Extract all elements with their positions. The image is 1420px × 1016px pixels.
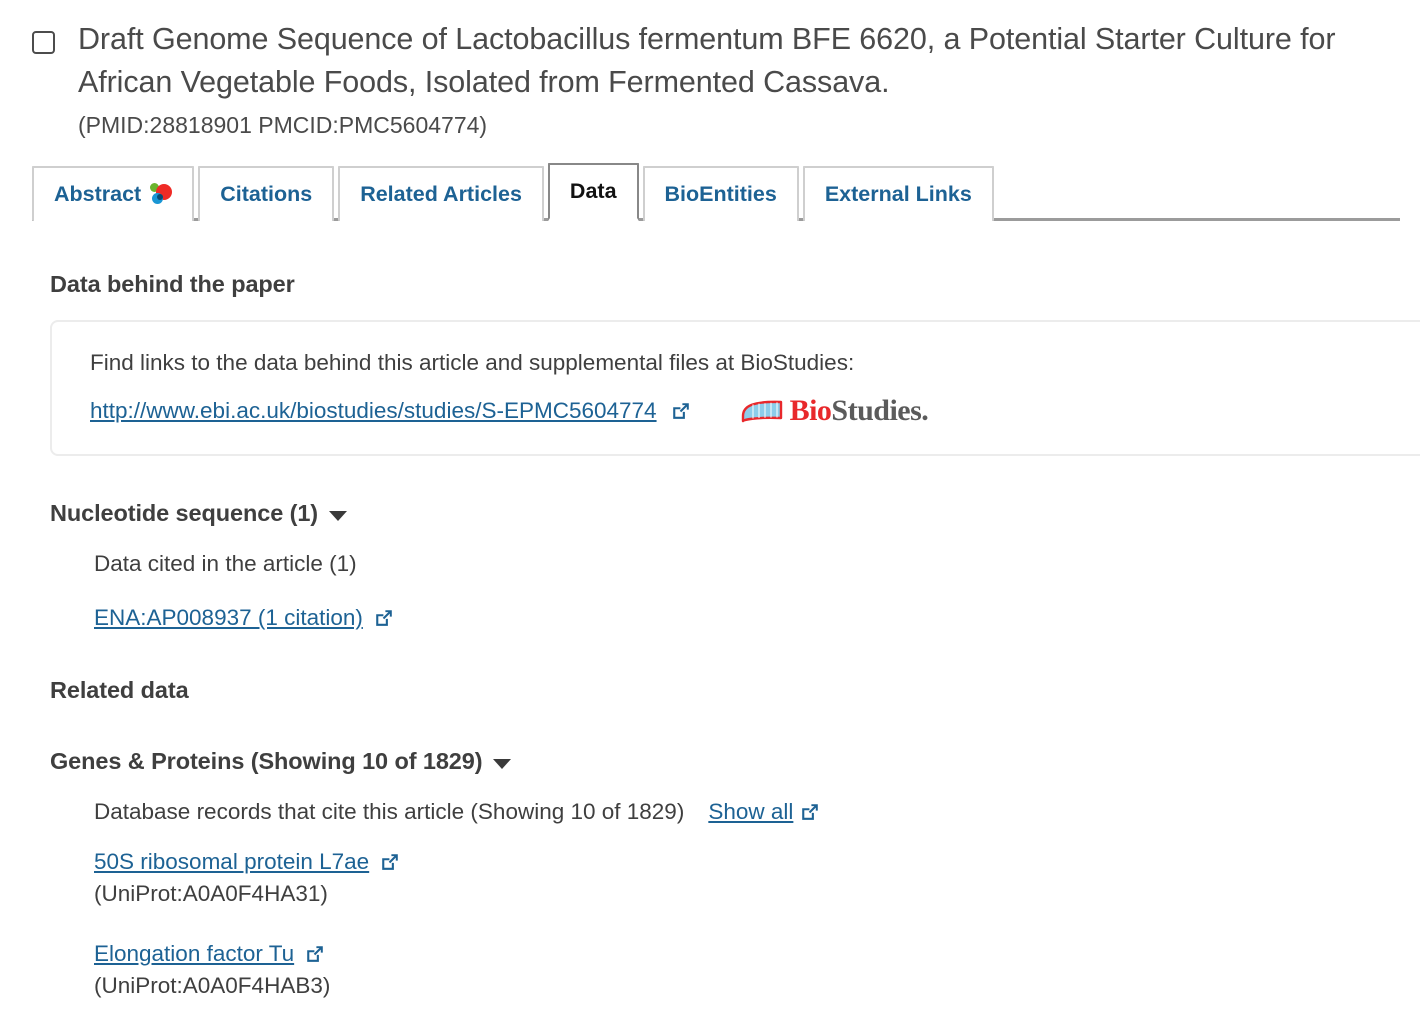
external-link-icon [671,401,691,421]
nucleotide-sequence-heading: Nucleotide sequence (1) [50,500,319,527]
tab-citations[interactable]: Citations [198,165,335,221]
genes-proteins-group-toggle[interactable]: Genes & Proteins (Showing 10 of 1829) [50,748,512,775]
biostudies-link[interactable]: http://www.ebi.ac.uk/biostudies/studies/… [90,398,657,424]
record-link[interactable]: Elongation factor Tu [94,941,294,967]
external-link-icon [374,608,394,628]
biostudies-info-box: Find links to the data behind this artic… [50,319,1420,457]
nucleotide-entry: ENA:AP008937 (1 citation) [94,605,1420,631]
genes-proteins-description: Database records that cite this article … [94,799,685,825]
biostudies-logo-studies: Studies. [831,394,929,428]
biostudies-logo-bio: Bio [789,394,832,428]
record-title-row: 50S ribosomal protein L7ae [94,849,1420,875]
nucleotide-sequence-subtitle: Data cited in the article (1) [94,551,357,577]
data-behind-paper-heading: Data behind the paper [50,270,295,297]
external-link-icon [380,852,400,872]
biostudies-book-icon [741,398,783,424]
record-accession: (UniProt:A0A0F4HA31) [94,881,328,907]
nucleotide-sequence-group-toggle[interactable]: Nucleotide sequence (1) [50,500,348,527]
tab-bioentities[interactable]: BioEntities [642,165,799,221]
biostudies-link-row: http://www.ebi.ac.uk/biostudies/studies/… [90,396,1420,426]
article-header: Draft Genome Sequence of Lactobacillus f… [0,0,1420,142]
external-link-icon [800,802,820,822]
tab-citations-label: Citations [220,181,313,206]
biostudies-description: Find links to the data behind this artic… [90,349,855,375]
show-all-link[interactable]: Show all [708,799,793,825]
page-title: Draft Genome Sequence of Lactobacillus f… [78,22,1336,100]
tab-abstract-label: Abstract [54,181,142,206]
tab-data[interactable]: Data [547,162,639,221]
tab-related-articles-label: Related Articles [360,181,522,206]
chevron-down-icon [329,510,348,521]
tab-external-links-label: External Links [824,181,972,206]
external-link-icon [305,944,325,964]
article-identifiers: (PMID:28818901 PMCID:PMC5604774) [78,111,488,138]
biostudies-logo-text: BioStudies. [790,396,929,426]
data-tab-content: Data behind the paper Find links to the … [0,271,1420,1001]
tab-related-articles[interactable]: Related Articles [338,165,544,221]
chevron-down-icon [493,758,512,769]
related-data-heading: Related data [50,677,189,704]
select-article-checkbox[interactable] [32,31,55,54]
tab-strip: Abstract Citations Related Articles Data… [32,162,1400,221]
nucleotide-entry-link[interactable]: ENA:AP008937 (1 citation) [94,605,363,631]
record-link[interactable]: 50S ribosomal protein L7ae [94,849,369,875]
altmetric-donut-icon [150,183,173,205]
tab-bioentities-label: BioEntities [664,181,777,206]
tab-abstract[interactable]: Abstract [32,165,195,221]
list-item: Elongation factor Tu (UniProt:A0A0F4HAB3… [94,941,1420,1000]
tab-list: Abstract Citations Related Articles Data… [32,162,1400,221]
tab-data-label: Data [569,178,617,203]
biostudies-logo: BioStudies. [741,396,929,426]
list-item: 50S ribosomal protein L7ae (UniProt:A0A0… [94,849,1420,908]
nucleotide-entry-row: ENA:AP008937 (1 citation) [94,605,1420,631]
genes-proteins-description-row: Database records that cite this article … [94,799,1420,825]
record-accession: (UniProt:A0A0F4HAB3) [94,973,331,999]
tab-external-links[interactable]: External Links [802,165,994,221]
article-title-block: Draft Genome Sequence of Lactobacillus f… [78,18,1400,142]
record-title-row: Elongation factor Tu [94,941,1420,967]
genes-proteins-heading: Genes & Proteins (Showing 10 of 1829) [50,748,483,775]
data-tab-page: Draft Genome Sequence of Lactobacillus f… [0,0,1420,1016]
